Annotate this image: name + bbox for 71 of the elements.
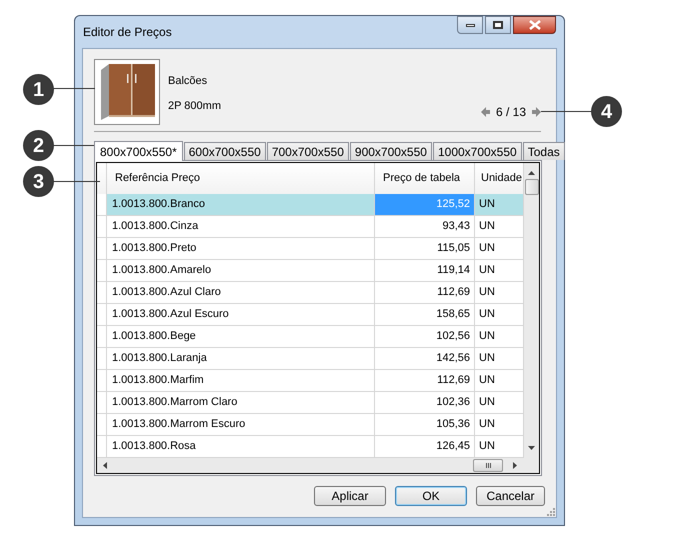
- table-cell: 1.0013.800.Rosa: [107, 436, 375, 457]
- table-row[interactable]: 1.0013.800.Marrom Escuro 105,36 UN: [97, 414, 524, 436]
- callout-badge: 2: [23, 130, 54, 161]
- table-row[interactable]: 1.0013.800.Bege 102,56 UN: [97, 326, 524, 348]
- tab[interactable]: 900x700x550: [350, 142, 432, 160]
- table-cell: 102,36: [375, 392, 475, 413]
- table-cell: 112,69: [375, 370, 475, 391]
- tab[interactable]: Todas: [522, 142, 565, 160]
- scroll-down-icon[interactable]: [528, 446, 535, 450]
- close-icon: [528, 20, 540, 30]
- table-cell: 1.0013.800.Marrom Escuro: [107, 414, 375, 435]
- table-cell: 142,56: [375, 348, 475, 369]
- tab[interactable]: 700x700x550: [266, 142, 349, 160]
- window-title: Editor de Preços: [83, 24, 172, 41]
- horizontal-scrollbar[interactable]: [97, 458, 539, 473]
- tab[interactable]: 800x700x550*: [94, 141, 183, 161]
- product-category: Balcões: [168, 74, 208, 89]
- dialog-button[interactable]: Aplicar: [314, 486, 386, 506]
- table-cell: 1.0013.800.Amarelo: [107, 260, 375, 281]
- table-row[interactable]: 1.0013.800.Azul Claro 112,69 UN: [97, 282, 524, 304]
- scroll-thumb[interactable]: [473, 459, 503, 472]
- table-row[interactable]: 1.0013.800.Amarelo 119,14 UN: [97, 260, 524, 282]
- table-cell: 1.0013.800.Bege: [107, 326, 375, 347]
- next-arrow-icon[interactable]: [532, 107, 541, 117]
- table-cell: 105,36: [375, 414, 475, 435]
- dialog-button[interactable]: Cancelar: [476, 486, 545, 506]
- minimize-button[interactable]: [457, 16, 483, 34]
- tab[interactable]: 1000x700x550: [432, 142, 522, 160]
- table-row[interactable]: 1.0013.800.Cinza 93,43 UN: [97, 216, 524, 238]
- tab[interactable]: 600x700x550: [184, 142, 266, 160]
- scroll-up-icon[interactable]: [528, 171, 535, 175]
- table-cell: 1.0013.800.Cinza: [107, 216, 375, 237]
- maximize-button[interactable]: [485, 16, 511, 34]
- callout-badge: 4: [591, 96, 622, 127]
- table-cell: 125,52: [375, 194, 475, 215]
- table-cell: 115,05: [375, 238, 475, 259]
- table-row[interactable]: 1.0013.800.Marrom Claro 102,36 UN: [97, 392, 524, 414]
- leader-line: [53, 145, 95, 146]
- table-row[interactable]: 1.0013.800.Azul Escuro 158,65 UN: [97, 304, 524, 326]
- table-cell: 1.0013.800.Azul Escuro: [107, 304, 375, 325]
- callout-badge: 3: [23, 166, 54, 197]
- table-cell: 158,65: [375, 304, 475, 325]
- scroll-thumb[interactable]: [524, 179, 538, 195]
- scroll-left-icon[interactable]: [103, 462, 107, 469]
- scroll-right-icon[interactable]: [513, 462, 517, 469]
- table-cell: 1.0013.800.Marrom Claro: [107, 392, 375, 413]
- page-counter: 6 / 13: [496, 104, 526, 121]
- leader-line: [53, 88, 95, 89]
- leader-line: [53, 181, 100, 182]
- vertical-scrollbar[interactable]: [524, 163, 539, 458]
- leader-line: [541, 111, 592, 112]
- table-row[interactable]: 1.0013.800.Branco 125,52 UN: [97, 194, 524, 216]
- table-cell: 93,43: [375, 216, 475, 237]
- table-row[interactable]: 1.0013.800.Laranja 142,56 UN: [97, 348, 524, 370]
- table-cell: 1.0013.800.Marfim: [107, 370, 375, 391]
- table-row[interactable]: 1.0013.800.Rosa 126,45 UN: [97, 436, 524, 458]
- callout-badge: 1: [23, 74, 54, 105]
- table-cell: 1.0013.800.Azul Claro: [107, 282, 375, 303]
- table-cell: 1.0013.800.Laranja: [107, 348, 375, 369]
- table-cell: 1.0013.800.Preto: [107, 238, 375, 259]
- product-name: 2P 800mm: [168, 98, 221, 114]
- table-row[interactable]: 1.0013.800.Marfim 112,69 UN: [97, 370, 524, 392]
- resize-grip-icon[interactable]: [546, 507, 555, 516]
- table-cell: 126,45: [375, 436, 475, 457]
- table-cell: 112,69: [375, 282, 475, 303]
- table-cell: 102,56: [375, 326, 475, 347]
- previous-arrow-icon[interactable]: [480, 107, 490, 117]
- table-row[interactable]: 1.0013.800.Preto 115,05 UN: [97, 238, 524, 260]
- table-cell: 119,14: [375, 260, 475, 281]
- close-button[interactable]: [513, 16, 556, 34]
- dialog-button[interactable]: OK: [395, 486, 467, 506]
